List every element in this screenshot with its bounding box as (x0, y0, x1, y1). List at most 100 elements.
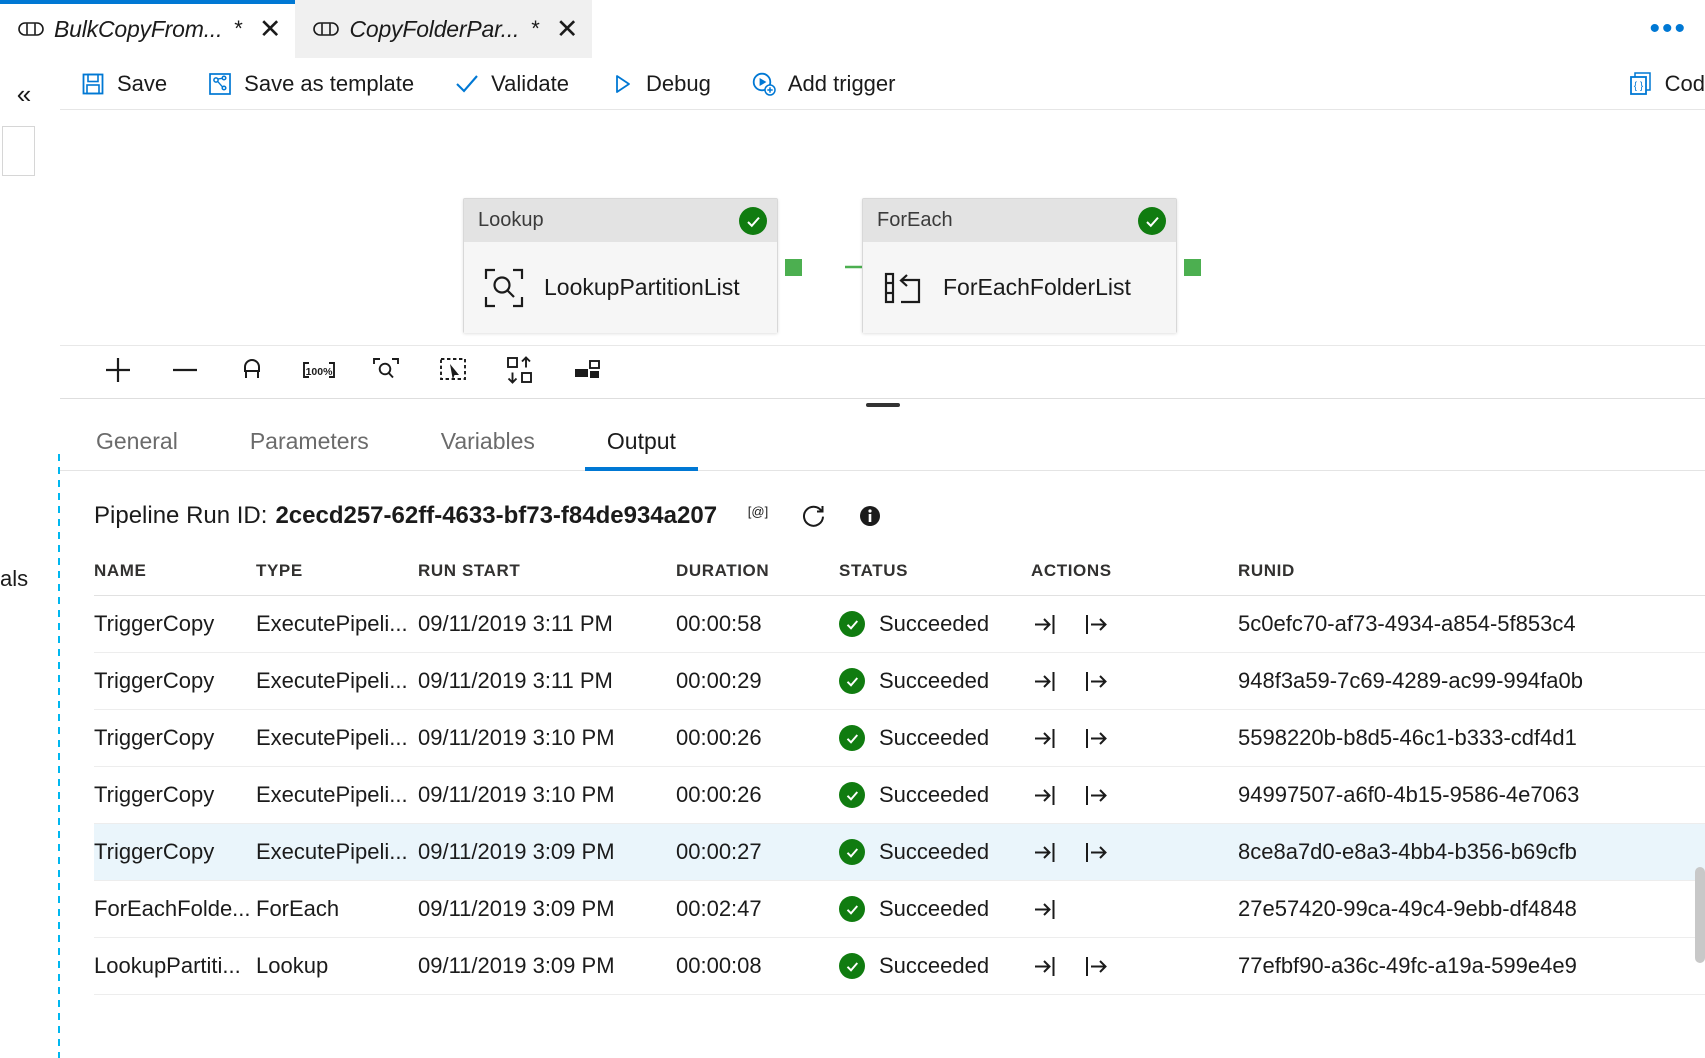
cell-type: ExecutePipeli... (256, 710, 418, 767)
input-icon[interactable] (1031, 838, 1059, 866)
add-trigger-label: Add trigger (788, 71, 896, 97)
output-panel: General Parameters Variables Output Pipe… (60, 398, 1705, 1058)
validate-button[interactable]: Validate (434, 58, 589, 110)
close-icon[interactable]: ✕ (556, 16, 579, 43)
status-label: Succeeded (879, 953, 989, 979)
input-icon[interactable] (1031, 724, 1059, 752)
overflow-menu-icon[interactable]: ••• (1649, 14, 1687, 44)
refresh-button[interactable] (799, 501, 829, 531)
cell-type: ForEach (256, 881, 418, 938)
table-row[interactable]: TriggerCopyExecutePipeli...09/11/2019 3:… (94, 653, 1705, 710)
table-row[interactable]: TriggerCopyExecutePipeli...09/11/2019 3:… (94, 824, 1705, 881)
activity-lookup[interactable]: Lookup (463, 198, 778, 333)
cell-type: ExecutePipeli... (256, 824, 418, 881)
code-label: Cod (1665, 71, 1705, 97)
activity-header: ForEach (863, 199, 1176, 242)
tab-bulkcopyfrom[interactable]: BulkCopyFrom... * ✕ (0, 0, 295, 58)
output-icon[interactable] (1081, 724, 1109, 752)
activity-type-label: Lookup (478, 209, 544, 232)
zoom-to-fit-button[interactable] (352, 346, 419, 399)
tab-parameters[interactable]: Parameters (228, 413, 391, 471)
panel-tab-bar: General Parameters Variables Output (60, 413, 1705, 471)
table-row[interactable]: LookupPartiti...Lookup09/11/2019 3:09 PM… (94, 938, 1705, 995)
cell-type: ExecutePipeli... (256, 596, 418, 653)
status-succeeded-icon (839, 782, 865, 808)
pipeline-canvas[interactable]: Lookup (60, 110, 1705, 345)
vertical-scrollbar-thumb[interactable] (1695, 867, 1705, 963)
table-row[interactable]: TriggerCopyExecutePipeli...09/11/2019 3:… (94, 710, 1705, 767)
status-succeeded-icon (839, 953, 865, 979)
column-header-status: STATUS (839, 549, 1031, 596)
zoom-out-button[interactable] (151, 346, 218, 399)
tab-copyfolderpar[interactable]: CopyFolderPar... * ✕ (295, 0, 592, 58)
zoom-100-button[interactable]: 100% (285, 346, 352, 399)
save-as-template-icon (207, 71, 233, 97)
save-as-template-button[interactable]: Save as template (187, 58, 434, 110)
close-icon[interactable]: ✕ (259, 16, 282, 43)
output-icon[interactable] (1081, 838, 1109, 866)
table-row[interactable]: TriggerCopyExecutePipeli...09/11/2019 3:… (94, 596, 1705, 653)
auto-align-button[interactable] (486, 346, 553, 399)
input-icon[interactable] (1031, 610, 1059, 638)
activity-runs-table-container[interactable]: NAME TYPE RUN START DURATION STATUS ACTI… (94, 549, 1705, 1058)
tab-variables[interactable]: Variables (419, 413, 557, 471)
cell-run-start: 09/11/2019 3:11 PM (418, 653, 676, 710)
activity-foreach[interactable]: ForEach (862, 198, 1177, 333)
cell-runid: 5598220b-b8d5-46c1-b333-cdf4d1 (1238, 710, 1705, 767)
status-label: Succeeded (879, 668, 989, 694)
zoom-in-button[interactable] (84, 346, 151, 399)
status-label: Succeeded (879, 839, 989, 865)
canvas-toolbar: 100% (60, 345, 1705, 398)
table-row[interactable]: ForEachFolde...ForEach09/11/2019 3:09 PM… (94, 881, 1705, 938)
output-icon[interactable] (1081, 952, 1109, 980)
layout-icon (572, 356, 602, 389)
validate-check-icon (454, 71, 480, 97)
rail-truncated-label: als (0, 566, 58, 592)
cell-actions (1031, 767, 1238, 824)
parameters-icon[interactable]: [@] (745, 503, 771, 529)
save-button[interactable]: Save (60, 58, 187, 110)
lock-canvas-button[interactable] (218, 346, 285, 399)
input-icon[interactable] (1031, 667, 1059, 695)
cell-status: Succeeded (839, 710, 1031, 767)
debug-label: Debug (646, 71, 711, 97)
output-icon[interactable] (1081, 667, 1109, 695)
layout-toggle-button[interactable] (553, 346, 620, 399)
table-row[interactable]: TriggerCopyExecutePipeli...09/11/2019 3:… (94, 767, 1705, 824)
cell-actions (1031, 596, 1238, 653)
output-icon[interactable] (1081, 781, 1109, 809)
cell-run-start: 09/11/2019 3:10 PM (418, 710, 676, 767)
tab-active-indicator (0, 0, 295, 4)
output-icon[interactable] (1081, 610, 1109, 638)
tab-general[interactable]: General (74, 413, 200, 471)
cell-status: Succeeded (839, 938, 1031, 995)
column-header-type: TYPE (256, 549, 418, 596)
svg-text:{ }: { } (1633, 81, 1643, 92)
tab-strip: BulkCopyFrom... * ✕ CopyFolderPar... * ✕… (0, 0, 1705, 58)
cell-run-start: 09/11/2019 3:09 PM (418, 938, 676, 995)
cell-duration: 00:00:27 (676, 824, 839, 881)
cell-actions (1031, 653, 1238, 710)
activity-type-label: ForEach (877, 209, 953, 232)
select-tool-button[interactable] (419, 346, 486, 399)
input-icon[interactable] (1031, 781, 1059, 809)
input-icon[interactable] (1031, 952, 1059, 980)
svg-text:100%: 100% (305, 366, 333, 378)
output-port[interactable] (785, 259, 802, 276)
info-button[interactable] (857, 503, 883, 529)
tab-output[interactable]: Output (585, 413, 698, 471)
input-icon[interactable] (1031, 895, 1059, 923)
tab-general-label: General (96, 428, 178, 455)
code-button[interactable]: { } Cod (1608, 58, 1705, 110)
cell-status: Succeeded (839, 767, 1031, 824)
status-succeeded-icon (839, 896, 865, 922)
panel-resize-handle[interactable] (866, 403, 900, 407)
add-trigger-button[interactable]: Add trigger (731, 58, 916, 110)
collapse-panel-icon[interactable]: « (4, 76, 44, 112)
cell-type: ExecutePipeli... (256, 653, 418, 710)
pipeline-editor-window: BulkCopyFrom... * ✕ CopyFolderPar... * ✕… (0, 0, 1705, 1058)
debug-button[interactable]: Debug (589, 58, 731, 110)
output-port[interactable] (1184, 259, 1201, 276)
cell-runid: 8ce8a7d0-e8a3-4bb4-b356-b69cfb (1238, 824, 1705, 881)
status-succeeded-icon (1138, 207, 1166, 235)
